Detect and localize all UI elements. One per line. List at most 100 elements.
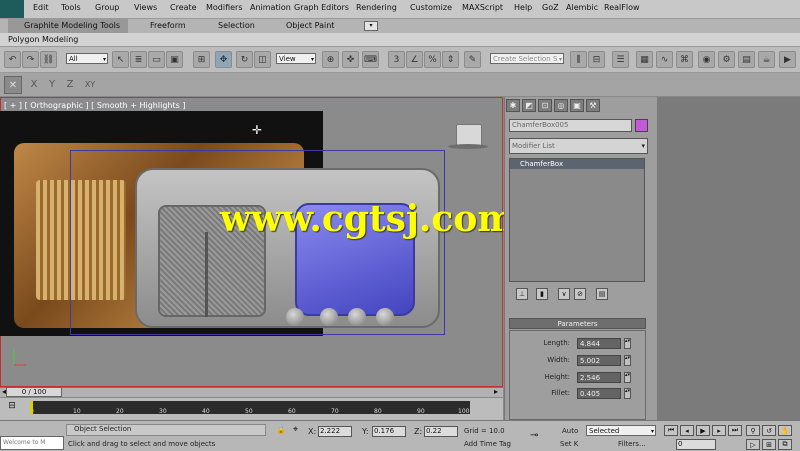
pan-icon[interactable]: ✋ bbox=[778, 425, 792, 436]
coord-x-field[interactable]: 2.222 bbox=[318, 426, 352, 437]
app-logo[interactable] bbox=[0, 0, 24, 18]
edit-named-sets-icon[interactable]: ✎ bbox=[464, 51, 481, 68]
set-key-button[interactable]: Set K bbox=[560, 440, 578, 448]
undo-icon[interactable]: ↶ bbox=[4, 51, 21, 68]
remove-modifier-icon[interactable]: ⊘ bbox=[574, 288, 586, 300]
chevron-right-icon[interactable]: ▸ bbox=[494, 387, 498, 396]
field-of-view-icon[interactable]: ▷ bbox=[746, 439, 760, 450]
motion-icon[interactable]: ◎ bbox=[554, 99, 568, 112]
rotate-icon[interactable]: ↻ bbox=[236, 51, 253, 68]
named-selection-set-dropdown[interactable]: Create Selection S ▾ bbox=[490, 53, 564, 64]
menu-modifiers[interactable]: Modifiers bbox=[206, 3, 243, 12]
key-filters-button[interactable]: Filters... bbox=[618, 440, 646, 448]
lock-icon[interactable]: 🔒 bbox=[276, 425, 288, 436]
align-icon[interactable]: ⊟ bbox=[588, 51, 605, 68]
orbit-icon[interactable]: ↺ bbox=[762, 425, 776, 436]
menu-edit[interactable]: Edit bbox=[33, 3, 49, 12]
schematic-view-icon[interactable]: ⌘ bbox=[676, 51, 693, 68]
rendered-frame-icon[interactable]: ▤ bbox=[738, 51, 755, 68]
render-icon[interactable]: ☕ bbox=[758, 51, 775, 68]
keyboard-shortcut-icon[interactable]: ⌨ bbox=[362, 51, 379, 68]
angle-snap-icon[interactable]: ∠ bbox=[406, 51, 423, 68]
spinner-icon[interactable]: ▴▾ bbox=[624, 388, 631, 399]
viewport-label[interactable]: [ + ] [ Orthographic ] [ Smooth + Highli… bbox=[4, 101, 185, 110]
menu-realflow[interactable]: RealFlow bbox=[604, 3, 640, 12]
menu-tools[interactable]: Tools bbox=[61, 3, 81, 12]
param-width-value[interactable]: 5.002 bbox=[577, 355, 621, 366]
rect-selection-icon[interactable]: ▭ bbox=[148, 51, 165, 68]
snap-toggle-icon[interactable]: 3 bbox=[388, 51, 405, 68]
menu-graph-editors[interactable]: Graph Editors bbox=[294, 3, 349, 12]
param-height-value[interactable]: 2.546 bbox=[577, 372, 621, 383]
tab-object-paint[interactable]: Object Paint bbox=[286, 21, 334, 30]
auto-key-button[interactable]: Auto bbox=[562, 427, 578, 435]
render-production-icon[interactable]: ▶ bbox=[779, 51, 796, 68]
axis-z-button[interactable]: Z bbox=[62, 76, 78, 92]
object-color-swatch[interactable] bbox=[635, 119, 648, 132]
window-crossing-icon[interactable]: ▣ bbox=[166, 51, 183, 68]
stack-item-chamferbox[interactable]: ChamferBox bbox=[510, 159, 644, 169]
tab-freeform[interactable]: Freeform bbox=[150, 21, 186, 30]
tab-graphite-modeling-tools[interactable]: Graphite Modeling Tools bbox=[24, 21, 120, 30]
reference-coordinate-dropdown[interactable]: View ▾ bbox=[276, 53, 316, 64]
menu-maxscript[interactable]: MAXScript bbox=[462, 3, 503, 12]
menu-help[interactable]: Help bbox=[514, 3, 532, 12]
param-fillet-value[interactable]: 0.405 bbox=[577, 388, 621, 399]
object-name-field[interactable]: ChamferBox005 bbox=[509, 119, 632, 132]
utilities-icon[interactable]: ⚒ bbox=[586, 99, 600, 112]
tab-selection[interactable]: Selection bbox=[218, 21, 255, 30]
layer-manager-icon[interactable]: ☰ bbox=[612, 51, 629, 68]
param-length-value[interactable]: 4.844 bbox=[577, 338, 621, 349]
mirror-icon[interactable]: ⫼ bbox=[570, 51, 587, 68]
zoom-extents-icon[interactable]: ⊞ bbox=[762, 439, 776, 450]
pin-icon[interactable]: ⊥ bbox=[516, 288, 528, 300]
make-unique-icon[interactable]: ∨ bbox=[558, 288, 570, 300]
create-icon[interactable]: ✱ bbox=[506, 99, 520, 112]
ribbon-options-button[interactable]: ▾ bbox=[364, 21, 378, 31]
menu-animation[interactable]: Animation bbox=[250, 3, 291, 12]
menu-rendering[interactable]: Rendering bbox=[356, 3, 397, 12]
maximize-viewport-icon[interactable]: ⧉ bbox=[778, 439, 792, 450]
current-frame-field[interactable]: 0 bbox=[676, 439, 716, 450]
polygon-modeling-label[interactable]: Polygon Modeling bbox=[8, 35, 78, 44]
modify-icon[interactable]: ◩ bbox=[522, 99, 536, 112]
zoom-icon[interactable]: ⚲ bbox=[746, 425, 760, 436]
axis-y-button[interactable]: Y bbox=[44, 76, 60, 92]
absolute-mode-icon[interactable]: ⌖ bbox=[293, 425, 305, 436]
curve-editor-icon[interactable]: ∿ bbox=[656, 51, 673, 68]
key-mode-dropdown[interactable]: Selected ▾ bbox=[586, 425, 656, 436]
move-icon[interactable]: ✥ bbox=[215, 51, 232, 68]
render-setup-icon[interactable]: ⚙ bbox=[718, 51, 735, 68]
display-icon[interactable]: ▣ bbox=[570, 99, 584, 112]
menu-alembic[interactable]: Alembic bbox=[566, 3, 598, 12]
next-frame-icon[interactable]: ▸ bbox=[712, 425, 726, 436]
axis-xy-button[interactable]: XY bbox=[82, 76, 98, 92]
chevron-left-icon[interactable]: ◂ bbox=[2, 387, 6, 396]
time-slider-thumb[interactable]: 0 / 100 bbox=[6, 387, 62, 397]
spinner-snap-icon[interactable]: ⇕ bbox=[442, 51, 459, 68]
select-manipulate-icon[interactable]: ✜ bbox=[342, 51, 359, 68]
play-icon[interactable]: ▶ bbox=[696, 425, 710, 436]
spinner-icon[interactable]: ▴▾ bbox=[624, 355, 631, 366]
coord-y-field[interactable]: 0.176 bbox=[372, 426, 406, 437]
parameters-rollout-header[interactable]: Parameters bbox=[509, 318, 646, 329]
spinner-icon[interactable]: ▴▾ bbox=[624, 372, 631, 383]
menu-views[interactable]: Views bbox=[134, 3, 157, 12]
axis-x-button[interactable]: X bbox=[26, 76, 42, 92]
percent-snap-icon[interactable]: % bbox=[424, 51, 441, 68]
coord-z-field[interactable]: 0.22 bbox=[424, 426, 458, 437]
pivot-center-icon[interactable]: ⊕ bbox=[322, 51, 339, 68]
selection-filter-dropdown[interactable]: All ▾ bbox=[66, 53, 108, 64]
goto-end-icon[interactable]: ⏭ bbox=[728, 425, 742, 436]
menu-group[interactable]: Group bbox=[95, 3, 119, 12]
menu-goz[interactable]: GoZ bbox=[542, 3, 559, 12]
material-editor-icon[interactable]: ◉ bbox=[698, 51, 715, 68]
spinner-icon[interactable]: ▴▾ bbox=[624, 338, 631, 349]
maxscript-listener-input[interactable]: Welcome to M bbox=[0, 436, 64, 450]
ref-coord-icon[interactable]: ⊞ bbox=[193, 51, 210, 68]
key-icon[interactable]: ⊸ bbox=[530, 430, 538, 441]
prev-frame-icon[interactable]: ◂ bbox=[680, 425, 694, 436]
modifier-list-dropdown[interactable]: Modifier List ▾ bbox=[509, 138, 648, 154]
modifier-stack[interactable] bbox=[509, 158, 645, 282]
show-end-icon[interactable]: ▮ bbox=[536, 288, 548, 300]
